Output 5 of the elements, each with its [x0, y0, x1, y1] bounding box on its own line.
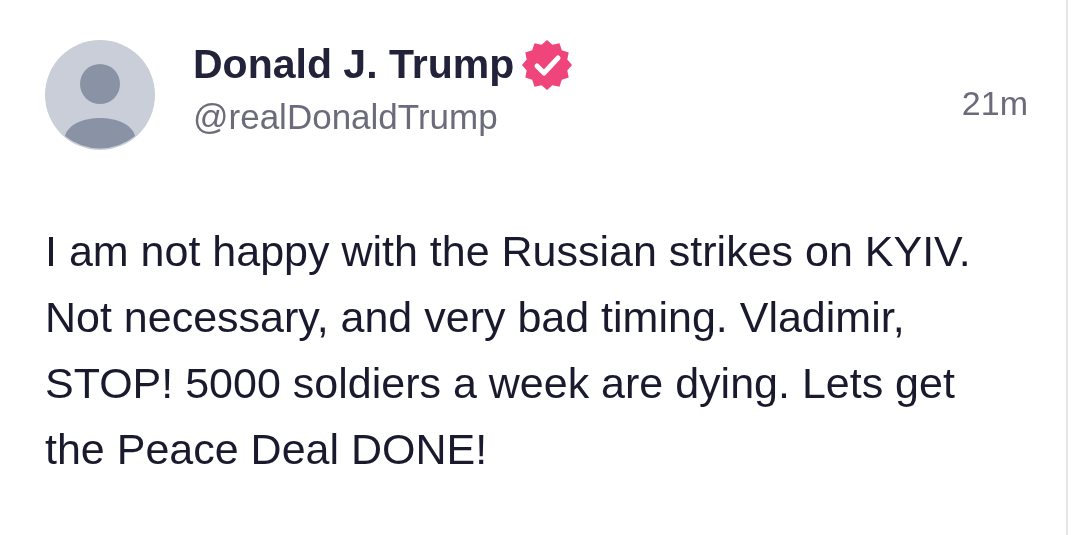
post-text: I am not happy with the Russian strikes on KYIV. Not necessary, and very bad timing. Vladimir, STOP! 5000 soldiers a week are dying. Lets get the Peace Deal DONE!	[45, 226, 972, 475]
post-time[interactable]: 21m	[961, 78, 1028, 129]
author-name[interactable]: Donald J. Trump	[193, 42, 515, 88]
author-handle[interactable]: @realDonaldTrump	[193, 96, 962, 138]
avatar-icon[interactable]	[45, 40, 155, 150]
